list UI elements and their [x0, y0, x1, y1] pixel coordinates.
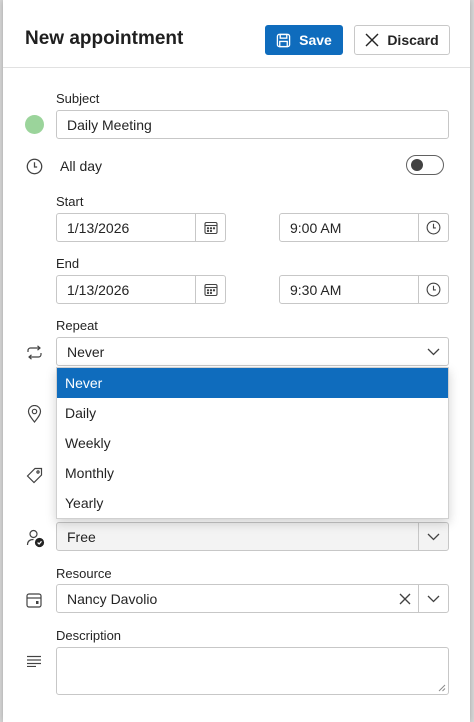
- person-status-icon: [25, 528, 45, 548]
- save-label: Save: [299, 32, 332, 48]
- end-time-input[interactable]: 9:30 AM: [279, 275, 449, 304]
- calendar-icon: [203, 221, 218, 234]
- resize-grip-icon[interactable]: [438, 684, 446, 692]
- repeat-option-daily[interactable]: Daily: [57, 398, 448, 428]
- repeat-option-monthly[interactable]: Monthly: [57, 458, 448, 488]
- chevron-down-icon: [427, 348, 439, 355]
- subject-input[interactable]: Daily Meeting: [56, 110, 449, 139]
- all-day-label: All day: [60, 158, 103, 174]
- tag-icon: [25, 466, 43, 484]
- start-label: Start: [56, 194, 84, 209]
- show-as-dropdown-button[interactable]: [418, 523, 448, 550]
- end-time-value: 9:30 AM: [290, 281, 342, 298]
- resource-dropdown-button[interactable]: [418, 585, 448, 612]
- close-icon: [365, 33, 379, 47]
- location-icon: [25, 404, 43, 424]
- start-date-value: 1/13/2026: [67, 219, 130, 236]
- repeat-icon: [25, 343, 43, 361]
- toggle-knob: [411, 159, 423, 171]
- dialog-header: New appointment Save Discard: [3, 0, 470, 68]
- close-icon: [399, 593, 411, 605]
- calendar-icon: [203, 283, 218, 296]
- end-time-picker-button[interactable]: [418, 276, 448, 303]
- repeat-option-weekly[interactable]: Weekly: [57, 428, 448, 458]
- show-as-value: Free: [67, 528, 96, 545]
- save-icon: [276, 33, 291, 47]
- discard-label: Discard: [387, 32, 439, 48]
- clock-icon: [426, 282, 441, 297]
- show-as-select[interactable]: Free: [56, 522, 449, 551]
- repeat-value: Never: [67, 343, 105, 360]
- description-label: Description: [56, 628, 122, 643]
- repeat-options-list: Never Daily Weekly Monthly Yearly: [56, 367, 449, 519]
- repeat-select[interactable]: Never: [56, 337, 449, 366]
- save-button[interactable]: Save: [265, 25, 343, 55]
- appointment-dialog: New appointment Save Discard Subject Dai…: [3, 0, 470, 722]
- text-description-icon: [25, 654, 43, 668]
- end-date-picker-button[interactable]: [195, 276, 225, 303]
- all-day-toggle[interactable]: [406, 155, 444, 175]
- discard-button[interactable]: Discard: [354, 25, 450, 55]
- resource-select[interactable]: Nancy Davolio: [56, 584, 449, 613]
- start-date-picker-button[interactable]: [195, 214, 225, 241]
- start-time-picker-button[interactable]: [418, 214, 448, 241]
- clear-resource-button[interactable]: [398, 592, 412, 606]
- repeat-label: Repeat: [56, 318, 98, 333]
- chevron-down-icon: [427, 533, 440, 540]
- start-time-value: 9:00 AM: [290, 219, 342, 236]
- end-date-value: 1/13/2026: [67, 281, 130, 298]
- end-date-input[interactable]: 1/13/2026: [56, 275, 226, 304]
- resource-icon: [25, 591, 43, 609]
- clock-icon: [426, 220, 441, 235]
- start-time-input[interactable]: 9:00 AM: [279, 213, 449, 242]
- description-textarea[interactable]: [56, 647, 449, 695]
- start-date-input[interactable]: 1/13/2026: [56, 213, 226, 242]
- end-label: End: [56, 256, 80, 271]
- resource-value: Nancy Davolio: [67, 590, 158, 607]
- repeat-dropdown-button[interactable]: [418, 338, 448, 365]
- clock-icon: [25, 157, 43, 175]
- chevron-down-icon: [427, 595, 440, 602]
- repeat-option-yearly[interactable]: Yearly: [57, 488, 448, 518]
- subject-label: Subject: [56, 91, 100, 106]
- repeat-option-never[interactable]: Never: [57, 368, 448, 398]
- resource-label: Resource: [56, 566, 112, 581]
- dialog-title: New appointment: [25, 28, 184, 49]
- category-color-dot[interactable]: [25, 115, 44, 134]
- subject-value: Daily Meeting: [67, 116, 152, 133]
